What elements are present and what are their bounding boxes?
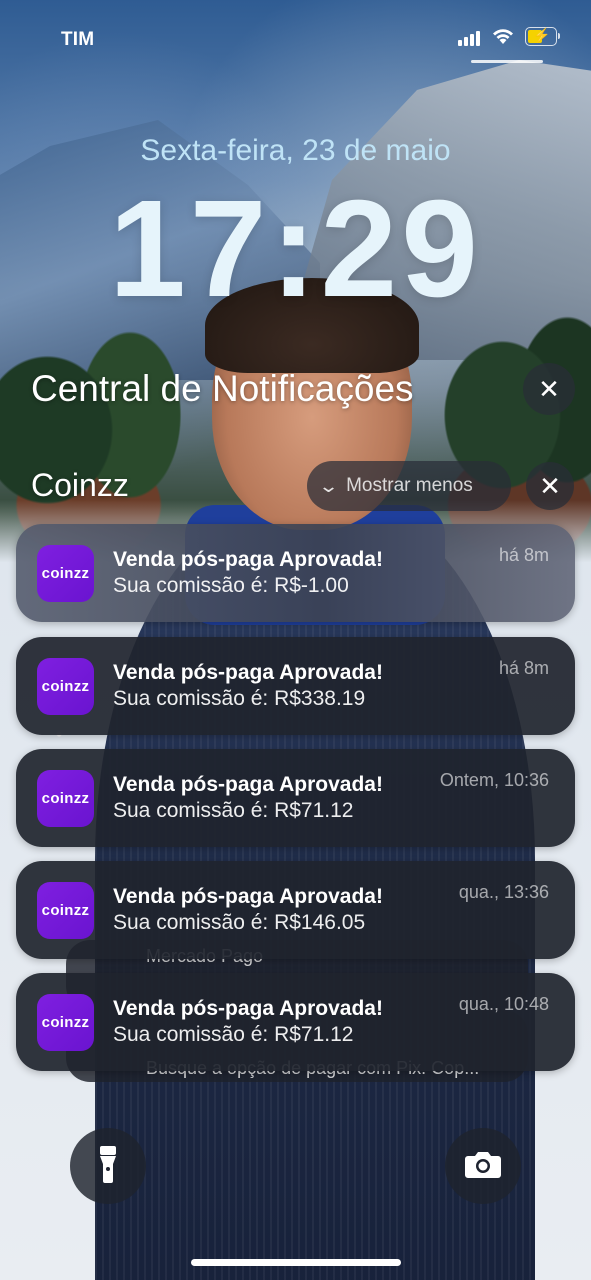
notification-title: Venda pós-paga Aprovada! xyxy=(113,885,383,908)
flashlight-icon xyxy=(97,1144,119,1189)
notification-body: Sua comissão é: R$71.12 xyxy=(113,1023,354,1046)
charging-bolt-icon: ⚡ xyxy=(533,27,551,43)
clear-all-button[interactable]: ✕ xyxy=(523,363,575,415)
notification-time: qua., 10:48 xyxy=(458,994,549,1014)
battery-icon: ⚡ xyxy=(525,27,560,46)
coinzz-app-icon: coinzz xyxy=(37,770,94,827)
home-indicator[interactable] xyxy=(191,1259,401,1266)
notification-body: Sua comissão é: R$71.12 xyxy=(113,799,354,822)
status-bar: TIM ⚡ xyxy=(0,0,591,70)
lock-screen-date: Sexta-feira, 23 de maio xyxy=(140,134,451,167)
notification-time: há 8m xyxy=(498,545,549,565)
show-less-button[interactable]: ⌄ Mostrar menos xyxy=(307,461,511,511)
notification-time: qua., 13:36 xyxy=(458,882,549,902)
control-center-indicator[interactable] xyxy=(471,60,543,63)
coinzz-app-icon: coinzz xyxy=(37,545,94,602)
notification-card[interactable]: coinzz Venda pós-paga Aprovada! Sua comi… xyxy=(16,973,575,1071)
clear-group-button[interactable]: ✕ xyxy=(526,462,574,510)
notification-body: Sua comissão é: R$146.05 xyxy=(113,911,366,934)
close-icon: ✕ xyxy=(539,470,561,501)
show-less-label: Mostrar menos xyxy=(346,475,473,496)
wifi-icon xyxy=(490,26,516,51)
cellular-signal-icon xyxy=(458,31,480,46)
notification-group-title: Coinzz xyxy=(31,467,129,503)
coinzz-app-icon: coinzz xyxy=(37,658,94,715)
notification-title: Venda pós-paga Aprovada! xyxy=(113,661,383,684)
notification-card[interactable]: coinzz Venda pós-paga Aprovada! Sua comi… xyxy=(16,861,575,959)
notification-card[interactable]: coinzz Venda pós-paga Aprovada! Sua comi… xyxy=(16,524,575,622)
camera-button[interactable] xyxy=(445,1128,521,1204)
notification-title: Venda pós-paga Aprovada! xyxy=(113,773,383,796)
notification-time: Ontem, 10:36 xyxy=(439,770,549,790)
notification-body: Sua comissão é: R$-1.00 xyxy=(113,574,349,597)
chevron-down-icon: ⌄ xyxy=(317,475,340,496)
notification-time: há 8m xyxy=(498,658,549,678)
notification-card[interactable]: coinzz Venda pós-paga Aprovada! Sua comi… xyxy=(16,637,575,735)
camera-icon xyxy=(464,1149,502,1184)
coinzz-app-icon: coinzz xyxy=(37,882,94,939)
lock-screen-time: 17:29 xyxy=(109,172,482,326)
flashlight-button[interactable] xyxy=(70,1128,146,1204)
notification-body: Sua comissão é: R$338.19 xyxy=(113,687,366,710)
notification-title: Venda pós-paga Aprovada! xyxy=(113,997,383,1020)
carrier-label: TIM xyxy=(61,29,95,50)
close-icon: ✕ xyxy=(538,373,560,404)
notification-center-title: Central de Notificações xyxy=(31,368,414,409)
notification-card[interactable]: coinzz Venda pós-paga Aprovada! Sua comi… xyxy=(16,749,575,847)
coinzz-app-icon: coinzz xyxy=(37,994,94,1051)
notification-title: Venda pós-paga Aprovada! xyxy=(113,548,383,571)
